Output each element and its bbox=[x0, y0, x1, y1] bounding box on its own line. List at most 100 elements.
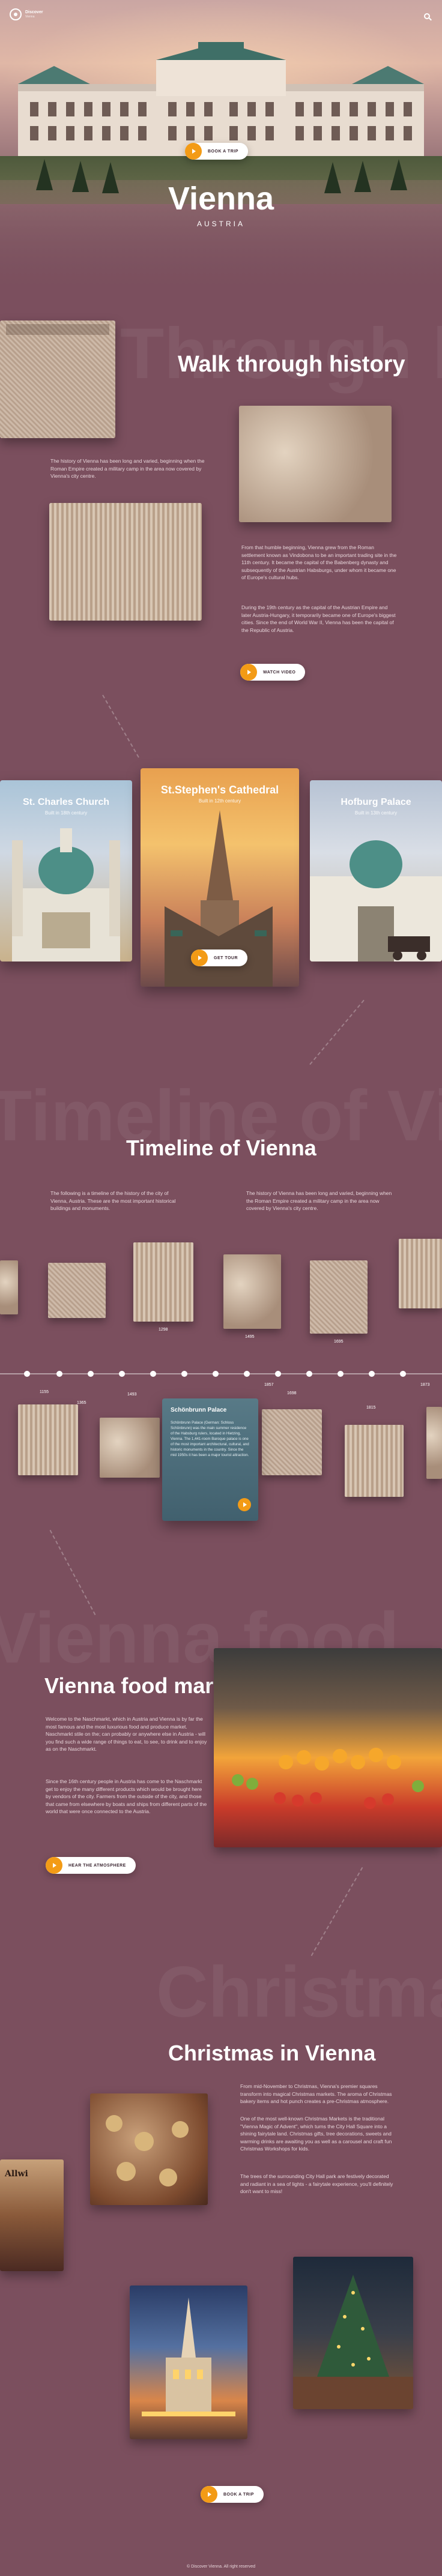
hofburg-illustration bbox=[310, 840, 442, 961]
play-icon bbox=[46, 1857, 62, 1874]
timeline-title: Timeline of Vienna bbox=[126, 1136, 316, 1160]
timeline-photo[interactable] bbox=[100, 1418, 160, 1478]
hear-atmosphere-label: HEAR THE ATMOSPHERE bbox=[68, 1863, 126, 1868]
play-icon bbox=[240, 664, 257, 681]
timeline-photo[interactable] bbox=[48, 1263, 106, 1318]
christmas-paragraph-3: The trees of the surrounding City Hall p… bbox=[240, 2173, 393, 2194]
landmark-card-subtitle: Built in 12th century bbox=[198, 798, 241, 804]
book-trip-button-bottom[interactable]: BOOK A TRIP bbox=[201, 2486, 264, 2503]
timeline-dot[interactable] bbox=[400, 1371, 406, 1377]
church-illustration bbox=[12, 828, 120, 961]
hero-section: Discover Vienna BOOK A TRIP Vienna AUSTR… bbox=[0, 0, 442, 288]
timeline-photo[interactable] bbox=[133, 1242, 193, 1322]
city-hall-photo bbox=[130, 2286, 247, 2439]
arrow-right-icon[interactable] bbox=[238, 1498, 251, 1511]
timeline-year: 1698 bbox=[287, 1391, 297, 1395]
timeline-paragraph-2: The history of Vienna has been long and … bbox=[246, 1190, 392, 1211]
timeline-photo[interactable] bbox=[18, 1404, 78, 1475]
timeline-photo[interactable] bbox=[399, 1239, 442, 1308]
landmark-card-title: St.Stephen's Cathedral bbox=[160, 784, 279, 796]
timeline-dot[interactable] bbox=[181, 1371, 187, 1377]
historic-city-photo bbox=[239, 406, 392, 522]
timeline-photo[interactable] bbox=[223, 1254, 281, 1329]
ornaments-illustration bbox=[106, 2115, 189, 2186]
city-hall-illustration bbox=[142, 2298, 235, 2416]
timeline-featured-text: Schönbrunn Palace (German: Schloss Schön… bbox=[171, 1421, 249, 1457]
logo-subtitle: Vienna bbox=[25, 15, 35, 19]
christmas-title: Christmas in Vienna bbox=[168, 2041, 376, 2065]
timeline-caption: 1495 bbox=[245, 1335, 255, 1339]
site-logo[interactable]: Discover Vienna bbox=[10, 8, 43, 20]
timeline-dot[interactable] bbox=[24, 1371, 30, 1377]
book-trip-label: BOOK A TRIP bbox=[208, 149, 238, 154]
dashed-path bbox=[102, 694, 139, 758]
food-market-photo bbox=[214, 1648, 442, 1847]
book-trip-button[interactable]: BOOK A TRIP bbox=[185, 143, 248, 160]
city-plan-photo bbox=[49, 503, 202, 621]
dashed-path bbox=[310, 1867, 363, 1957]
history-paragraph-3: During the 19th century as the capital o… bbox=[241, 604, 396, 633]
christmas-ornaments-photo bbox=[90, 2093, 208, 2205]
timeline-paragraph-1: The following is a timeline of the histo… bbox=[50, 1190, 176, 1211]
timeline-year: 1857 bbox=[264, 1383, 274, 1387]
food-paragraph-2: Since the 16th century people in Austria… bbox=[46, 1778, 207, 1814]
search-icon[interactable] bbox=[424, 13, 430, 19]
hero-title: Vienna bbox=[168, 181, 274, 217]
play-icon bbox=[201, 2486, 217, 2503]
timeline-photo[interactable] bbox=[0, 1260, 18, 1314]
play-icon bbox=[185, 143, 202, 160]
timeline-dot[interactable] bbox=[306, 1371, 312, 1377]
timeline-caption: 1298 bbox=[159, 1328, 168, 1332]
christmas-stall-photo: Allwi bbox=[0, 2159, 64, 2271]
produce-illustration bbox=[232, 1748, 424, 1809]
timeline-photo[interactable] bbox=[426, 1407, 442, 1479]
landmark-card-title: Hofburg Palace bbox=[341, 797, 411, 807]
timeline-year: 1873 bbox=[420, 1383, 430, 1387]
landmark-card[interactable]: Hofburg Palace Built in 13th century bbox=[310, 780, 442, 961]
history-paragraph-1: The history of Vienna has been long and … bbox=[50, 458, 205, 479]
timeline-caption: 1695 bbox=[334, 1340, 344, 1344]
timeline-dot[interactable] bbox=[369, 1371, 375, 1377]
timeline-year: 1493 bbox=[127, 1392, 137, 1397]
timeline-featured-card[interactable]: Schönbrunn Palace Schönbrunn Palace (Ger… bbox=[162, 1398, 258, 1521]
landmark-card-subtitle: Built in 18th century bbox=[44, 810, 88, 816]
christmas-bg-word: Christmas bbox=[156, 1952, 442, 2032]
hear-atmosphere-button[interactable]: HEAR THE ATMOSPHERE bbox=[46, 1857, 136, 1874]
get-tour-button[interactable]: GET TOUR bbox=[191, 949, 248, 966]
timeline-featured-title: Schönbrunn Palace bbox=[171, 1407, 227, 1413]
old-map-photo bbox=[0, 320, 115, 438]
timeline-dot[interactable] bbox=[150, 1371, 156, 1377]
timeline-photo[interactable] bbox=[310, 1260, 368, 1334]
hero-subtitle: AUSTRIA bbox=[196, 220, 245, 228]
timeline-dot[interactable] bbox=[119, 1371, 125, 1377]
timeline-dot[interactable] bbox=[338, 1371, 344, 1377]
landmark-card-featured[interactable]: St.Stephen's Cathedral Built in 12th cen… bbox=[141, 768, 299, 987]
timeline-dot[interactable] bbox=[244, 1371, 250, 1377]
christmas-tree-photo bbox=[293, 2257, 413, 2409]
timeline-dot[interactable] bbox=[213, 1371, 219, 1377]
christmas-paragraph-1: From mid-November to Christmas, Vienna's… bbox=[240, 2083, 392, 2104]
landmark-card-title: St. Charles Church bbox=[22, 797, 110, 807]
timeline-dot[interactable] bbox=[275, 1371, 281, 1377]
footer-copyright: © Discover Vienna. All right reserved bbox=[187, 2565, 255, 2569]
timeline-year: 1365 bbox=[77, 1401, 86, 1405]
timeline-dot[interactable] bbox=[56, 1371, 62, 1377]
get-tour-label: GET TOUR bbox=[214, 955, 238, 960]
landmark-card-subtitle: Built in 13th century bbox=[354, 810, 398, 816]
timeline-year: 1155 bbox=[40, 1390, 49, 1394]
timeline-photo[interactable] bbox=[345, 1425, 404, 1497]
play-icon bbox=[191, 949, 208, 966]
watch-video-label: WATCH VIDEO bbox=[263, 670, 296, 675]
logo-title: Discover bbox=[25, 10, 43, 14]
timeline-axis bbox=[0, 1373, 442, 1374]
history-paragraph-2: From that humble beginning, Vienna grew … bbox=[241, 544, 397, 580]
timeline-photo[interactable] bbox=[262, 1409, 322, 1475]
landmark-card[interactable]: St. Charles Church Built in 18th century bbox=[0, 780, 132, 961]
dashed-path bbox=[309, 999, 365, 1065]
christmas-paragraph-2: One of the most well-known Christmas Mar… bbox=[240, 2116, 392, 2152]
history-title: Walk through history bbox=[178, 352, 405, 377]
timeline-dot[interactable] bbox=[88, 1371, 94, 1377]
timeline-year: 1815 bbox=[366, 1406, 376, 1410]
logo-mark-icon bbox=[10, 8, 22, 20]
watch-video-button[interactable]: WATCH VIDEO bbox=[240, 664, 306, 681]
